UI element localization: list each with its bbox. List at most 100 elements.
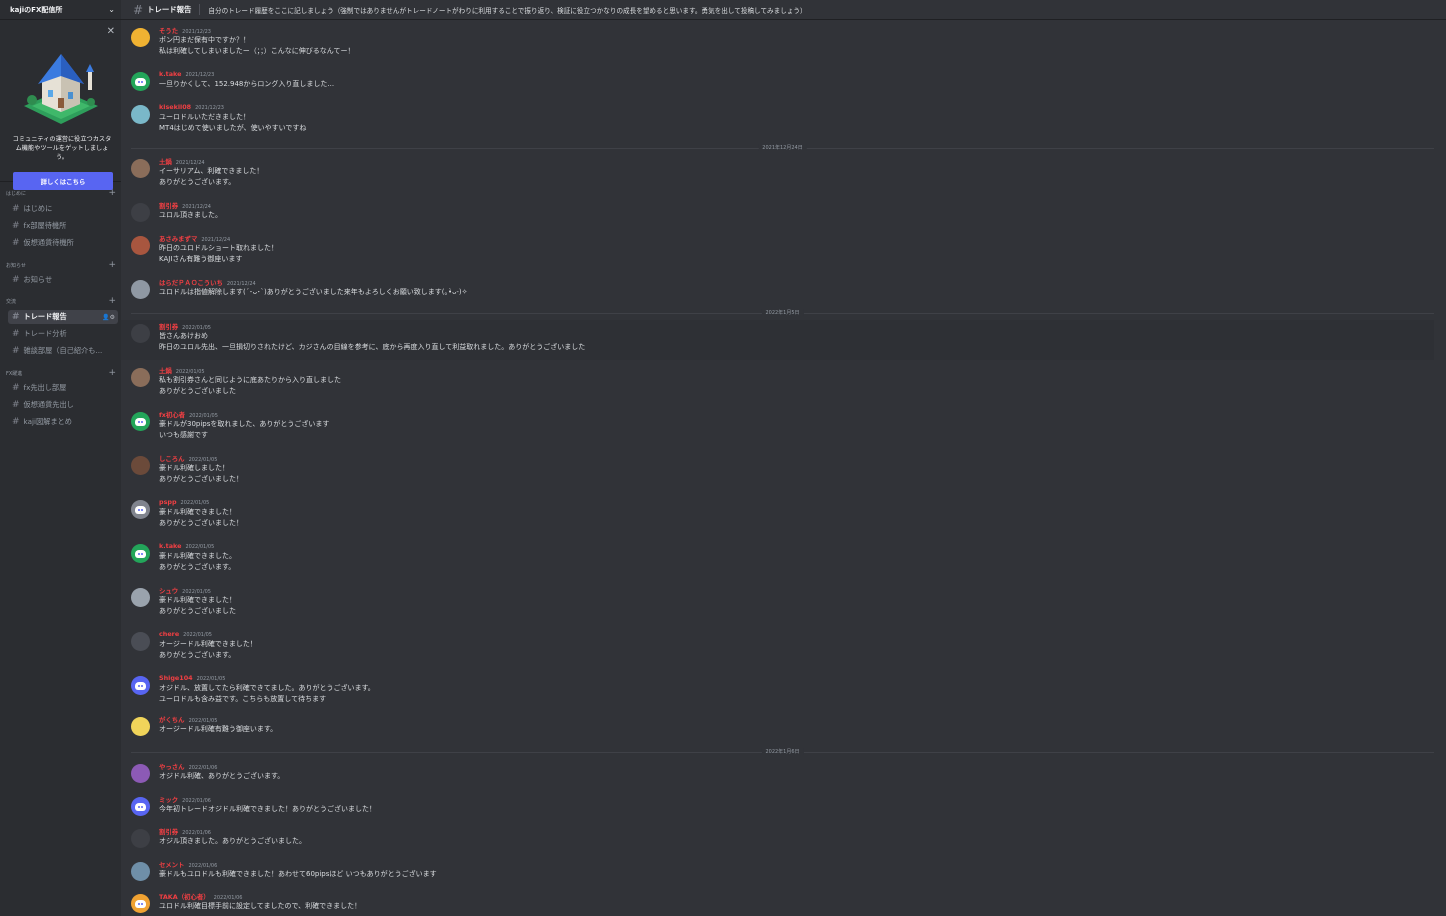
username-text[interactable]: シュウ bbox=[159, 587, 178, 595]
username[interactable]: セメント 2022/01/06 bbox=[159, 860, 217, 869]
username-text[interactable]: 土鍋 bbox=[159, 158, 172, 166]
message[interactable]: シュウ 2022/01/05 豪ドル利確できました！ ありがとうございました bbox=[121, 584, 1434, 620]
channel-topic[interactable]: 自分のトレード履歴をここに記しましょう（強制ではありませんがトレードノートがわり… bbox=[208, 5, 806, 15]
chevron-down-icon[interactable]: ⌄ bbox=[108, 5, 115, 14]
plus-icon[interactable]: + bbox=[108, 189, 116, 198]
avatar[interactable] bbox=[131, 159, 150, 178]
message[interactable]: TAKA（初心者） 2022/01/06 ユロドル利確目標手前に設定してましたので、… bbox=[121, 890, 1434, 916]
message[interactable]: kisekil08 2021/12/23 ユーロドルいただきました！ MT4はじめて使… bbox=[121, 101, 1434, 137]
username[interactable]: 割引券 2022/01/06 bbox=[159, 827, 211, 836]
username[interactable]: あさみまずマ 2021/12/24 bbox=[159, 234, 230, 243]
plus-icon[interactable]: + bbox=[108, 261, 116, 270]
username-text[interactable]: k.take bbox=[159, 542, 181, 550]
username[interactable]: 割引券 2022/01/05 bbox=[159, 322, 211, 331]
username-text[interactable]: 割引券 bbox=[159, 828, 178, 836]
username-text[interactable]: pspp bbox=[159, 498, 177, 506]
username-text[interactable]: やっさん bbox=[159, 763, 185, 771]
username-text[interactable]: 割引券 bbox=[159, 202, 178, 210]
username[interactable]: kisekil08 2021/12/23 bbox=[159, 103, 224, 111]
avatar[interactable] bbox=[131, 676, 150, 695]
message[interactable]: セメント 2022/01/06 豪ドルもユロドルも利確できました！あわせて60pip… bbox=[121, 858, 1434, 894]
message[interactable]: 割引券 2022/01/06 オジル頂きました。ありがとうございました。 bbox=[121, 825, 1434, 861]
close-icon[interactable]: ✕ bbox=[107, 27, 115, 37]
username[interactable]: しころん 2022/01/05 bbox=[159, 454, 217, 463]
username-text[interactable]: kisekil08 bbox=[159, 103, 191, 111]
channel-trade-report[interactable]: # トレード報告 👤⚙ bbox=[8, 310, 118, 324]
channel-trade-analysis[interactable]: # トレード分析 bbox=[8, 327, 118, 341]
avatar[interactable] bbox=[131, 368, 150, 387]
message[interactable]: pspp 2022/01/05 豪ドル利確できました！ ありがとうございました！ bbox=[121, 496, 1434, 532]
avatar[interactable] bbox=[131, 72, 150, 91]
avatar[interactable] bbox=[131, 632, 150, 651]
username-text[interactable]: がくちん bbox=[159, 716, 185, 724]
message[interactable]: ミック 2022/01/06 今年初トレードオジドル利確できました！ありがとうござい… bbox=[121, 793, 1434, 829]
channel-oshirase[interactable]: # お知らせ bbox=[8, 273, 118, 287]
plus-icon[interactable]: + bbox=[108, 297, 116, 306]
message[interactable]: 土鍋 2021/12/24 イーサリアム、利確できました！ ありがとうございます。 bbox=[121, 155, 1434, 191]
username-text[interactable]: あさみまずマ bbox=[159, 235, 197, 243]
avatar[interactable] bbox=[131, 797, 150, 816]
channel-fx-first[interactable]: # fx先出し部屋 bbox=[8, 381, 118, 395]
username-text[interactable]: ミック bbox=[159, 796, 178, 804]
learn-more-button[interactable]: 詳しくはこちら bbox=[13, 172, 113, 190]
username[interactable]: fx初心者 2022/01/05 bbox=[159, 410, 218, 419]
username[interactable]: pspp 2022/01/05 bbox=[159, 498, 209, 506]
category-hajimeni[interactable]: はじめに + bbox=[6, 189, 116, 198]
message[interactable]: 土鍋 2022/01/05 私も割引券さんと同じように底あたりから入り直しました あり… bbox=[121, 364, 1434, 400]
username[interactable]: k.take 2021/12/23 bbox=[159, 70, 214, 78]
avatar[interactable] bbox=[131, 28, 150, 47]
username[interactable]: シュウ 2022/01/05 bbox=[159, 586, 211, 595]
username-text[interactable]: しころん bbox=[159, 455, 185, 463]
avatar[interactable] bbox=[131, 862, 150, 881]
username[interactable]: はらだＰＡＯこういち 2021/12/24 bbox=[159, 278, 256, 287]
plus-icon[interactable]: + bbox=[108, 369, 116, 378]
message[interactable]: chere 2022/01/05 オージードル利確できました！ ありがとうございます。 bbox=[121, 628, 1434, 664]
message[interactable]: あさみまずマ 2021/12/24 昨日のユロドルショート取れました！ KAJIさん有… bbox=[121, 232, 1434, 268]
username[interactable]: 土鍋 2021/12/24 bbox=[159, 157, 205, 166]
username[interactable]: ミック 2022/01/06 bbox=[159, 795, 211, 804]
avatar[interactable] bbox=[131, 236, 150, 255]
avatar[interactable] bbox=[131, 544, 150, 563]
message[interactable]: k.take 2021/12/23 一旦りかくして、152.948からロング入り直し… bbox=[121, 68, 1434, 104]
channel-hajimeni[interactable]: # はじめに bbox=[8, 202, 118, 216]
channel-crypto-waiting[interactable]: # 仮想通貨待機所 bbox=[8, 236, 118, 250]
avatar[interactable] bbox=[131, 500, 150, 519]
message[interactable]: fx初心者 2022/01/05 豪ドルが30pipsを取れました、ありがとうござい… bbox=[121, 408, 1434, 444]
username[interactable]: 割引券 2021/12/24 bbox=[159, 201, 211, 210]
username[interactable]: k.take 2022/01/05 bbox=[159, 542, 214, 550]
channel-fx-waiting[interactable]: # fx部屋待機所 bbox=[8, 219, 118, 233]
channel-kaji-diagrams[interactable]: # kaji図解まとめ bbox=[8, 415, 118, 429]
message[interactable]: はらだＰＡＯこういち 2021/12/24 ユロドルは指値解除します(´･ᴗ･`)あ… bbox=[121, 276, 1434, 312]
username[interactable]: chere 2022/01/05 bbox=[159, 630, 212, 638]
username[interactable]: Shige104 2022/01/05 bbox=[159, 674, 225, 682]
channel-chat-room[interactable]: # 雑談部屋（自己紹介も... bbox=[8, 344, 118, 358]
avatar[interactable] bbox=[131, 412, 150, 431]
invite-settings-icons[interactable]: 👤⚙ bbox=[102, 314, 115, 321]
server-header[interactable]: kajiのFX配信所 ⌄ bbox=[0, 0, 121, 20]
avatar[interactable] bbox=[131, 456, 150, 475]
username-text[interactable]: fx初心者 bbox=[159, 411, 185, 419]
avatar[interactable] bbox=[131, 829, 150, 848]
avatar[interactable] bbox=[131, 203, 150, 222]
username[interactable]: がくちん 2022/01/05 bbox=[159, 715, 217, 724]
avatar[interactable] bbox=[131, 894, 150, 913]
username-text[interactable]: 土鍋 bbox=[159, 367, 172, 375]
username-text[interactable]: はらだＰＡＯこういち bbox=[159, 279, 223, 287]
username-text[interactable]: Shige104 bbox=[159, 674, 193, 682]
message[interactable]: 割引券 2021/12/24 ユロル頂きました。 bbox=[121, 199, 1434, 235]
message[interactable]: そうた 2021/12/23 ポン円まだ保有中ですか？！ 私は利確してしまいましたー（… bbox=[121, 24, 1434, 60]
username-text[interactable]: 割引券 bbox=[159, 323, 178, 331]
username[interactable]: 土鍋 2022/01/05 bbox=[159, 366, 205, 375]
avatar[interactable] bbox=[131, 105, 150, 124]
avatar[interactable] bbox=[131, 717, 150, 736]
message[interactable]: やっさん 2022/01/06 オジドル利確、ありがとうございます。 bbox=[121, 760, 1434, 796]
username-text[interactable]: セメント bbox=[159, 861, 184, 869]
avatar[interactable] bbox=[131, 324, 150, 343]
category-koryu[interactable]: 交流 + bbox=[6, 297, 116, 306]
username[interactable]: そうた 2021/12/23 bbox=[159, 26, 211, 35]
avatar[interactable] bbox=[131, 588, 150, 607]
username[interactable]: やっさん 2022/01/06 bbox=[159, 762, 217, 771]
username-text[interactable]: TAKA（初心者） bbox=[159, 893, 210, 901]
username-text[interactable]: k.take bbox=[159, 70, 181, 78]
username[interactable]: TAKA（初心者） 2022/01/06 bbox=[159, 892, 243, 901]
